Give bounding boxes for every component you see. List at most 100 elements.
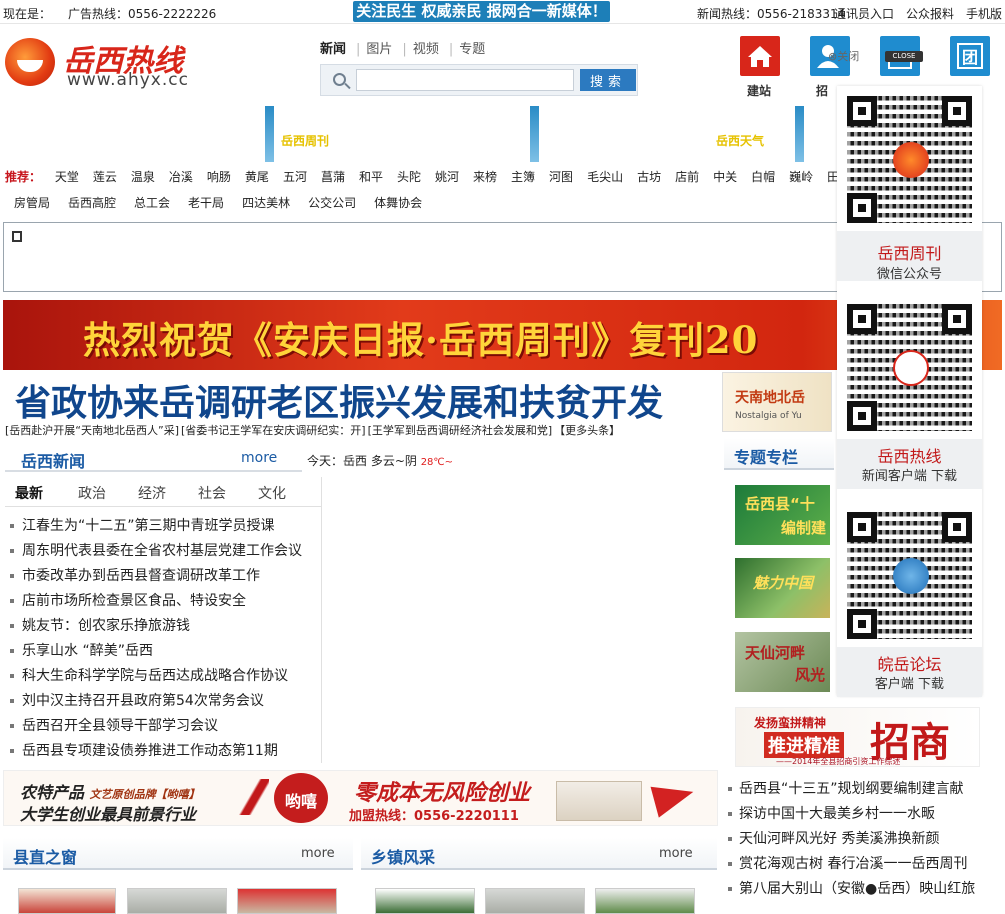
tab-economy[interactable]: 经济 xyxy=(138,483,166,503)
tab-culture[interactable]: 文化 xyxy=(258,483,286,503)
news-item[interactable]: 科大生命科学学院与岳西达成战略合作协议 xyxy=(10,665,315,690)
thumbnail-image[interactable] xyxy=(237,888,337,914)
recommend-link[interactable]: 黄尾 xyxy=(245,168,269,185)
headline[interactable]: 省政协来岳调研老区振兴发展和扶贫开发 xyxy=(15,374,663,426)
topic-item[interactable]: 天仙河畔风光好 秀美溪沸换新颜 xyxy=(728,828,990,853)
qr-code-image xyxy=(843,300,976,435)
recommend-link[interactable]: 毛尖山 xyxy=(587,168,623,185)
thumbnail-image[interactable] xyxy=(595,888,695,914)
recommend-link[interactable]: 古坊 xyxy=(637,168,661,185)
thumbnail-image[interactable] xyxy=(375,888,475,914)
news-item[interactable]: 周东明代表县委在全省农村基层党建工作会议 xyxy=(10,540,315,565)
search-tab-images[interactable]: 图片 xyxy=(366,42,392,57)
marker-label-weekly[interactable]: 岳西周刊 xyxy=(281,132,329,149)
startup-ad[interactable]: 农特产品 文艺原创品牌【哟嘻】 大学生创业最具前景行业 哟嘻 零成本无风险创业 … xyxy=(3,770,718,826)
topic-image[interactable]: 岳西县“十 编制建 xyxy=(735,485,830,545)
recommend-link[interactable]: 莲云 xyxy=(93,168,117,185)
section-title[interactable]: 县直之窗 xyxy=(13,844,77,868)
investment-promo[interactable]: 发扬蛮拼精神 推进精准 招商 ——2014年全县招商引资工作综述 xyxy=(735,707,980,767)
thumbnail-image[interactable] xyxy=(127,888,227,914)
recommend-link[interactable]: 来榜 xyxy=(473,168,497,185)
recommend-link[interactable]: 四达美林 xyxy=(242,194,290,211)
recommend-link[interactable]: 白帽 xyxy=(751,168,775,185)
section-township: 乡镇风采 more xyxy=(361,838,717,870)
subhead-link[interactable]: [王学军到岳西调研经济社会发展和党] xyxy=(368,424,553,437)
recommend-link[interactable]: 头陀 xyxy=(397,168,421,185)
section-title[interactable]: 乡镇风采 xyxy=(371,844,435,868)
slogan-banner[interactable]: 关注民生 权威亲民 报网合一新媒体！ xyxy=(353,1,610,22)
close-label[interactable]: ⊗关闭 xyxy=(828,48,859,64)
qr-card-name: 岳西周刊 xyxy=(877,244,942,263)
search-input[interactable] xyxy=(356,69,574,91)
more-headlines-link[interactable]: 【更多头条】 xyxy=(554,424,620,437)
ad-line-1: 农特产品 文艺原创品牌【哟嘻】 xyxy=(20,783,200,802)
public-report-link[interactable]: 公众报料 xyxy=(906,5,954,22)
recommend-link[interactable]: 五河 xyxy=(283,168,307,185)
thumbnail-image[interactable] xyxy=(485,888,585,914)
thumbnail-image[interactable] xyxy=(18,888,116,914)
quick-label-build[interactable]: 建站 xyxy=(747,82,771,99)
mobile-version-link[interactable]: 手机版 xyxy=(966,5,1002,22)
search-tab-video[interactable]: 视频 xyxy=(413,42,439,57)
home-icon[interactable] xyxy=(740,36,780,76)
subhead-link[interactable]: [省委书记王学军在安庆调研纪实：开] xyxy=(181,424,366,437)
news-item[interactable]: 刘中汉主持召开县政府第54次常务会议 xyxy=(10,690,315,715)
group-icon[interactable]: 团 xyxy=(950,36,990,76)
divider xyxy=(321,477,322,763)
recommend-link[interactable]: 冶溪 xyxy=(169,168,193,185)
section-more-link[interactable]: more xyxy=(659,846,693,861)
tiannan-sub: Nostalgia of Yu xyxy=(735,411,802,421)
special-topics-title[interactable]: 专题专栏 xyxy=(734,444,798,468)
recommend-link[interactable]: 河图 xyxy=(549,168,573,185)
site-logo[interactable]: 岳西热线 www.ahyx.cc xyxy=(5,36,205,90)
banner-text: 热烈祝贺《安庆日报·岳西周刊》复刊20 xyxy=(83,318,759,362)
qr-card-name: 皖岳论坛 xyxy=(877,655,942,674)
tiannan-promo[interactable]: 天南地北岳 Nostalgia of Yu xyxy=(722,372,832,432)
tab-politics[interactable]: 政治 xyxy=(78,483,106,503)
news-item[interactable]: 市委改革办到岳西县督查调研改革工作 xyxy=(10,565,315,590)
recommend-link[interactable]: 总工会 xyxy=(134,194,170,211)
quick-label-recruit[interactable]: 招 xyxy=(816,82,828,99)
recommend-link[interactable]: 房管局 xyxy=(14,194,50,211)
recommend-link[interactable]: 温泉 xyxy=(131,168,155,185)
news-item[interactable]: 岳西召开全县领导干部学习会议 xyxy=(10,715,315,740)
recommend-link[interactable]: 巍岭 xyxy=(789,168,813,185)
recommend-link[interactable]: 岳西高腔 xyxy=(68,194,116,211)
marker-label-weather[interactable]: 岳西天气 xyxy=(716,132,764,149)
recommend-link[interactable]: 天堂 xyxy=(55,168,79,185)
topic-item[interactable]: 岳西县“十三五”规划纲要编制建言献 xyxy=(728,778,990,803)
subhead-link[interactable]: [岳西赴沪开展“天南地北岳西人”采] xyxy=(5,424,179,437)
topic-item[interactable]: 赏花海观古树 春行冶溪一一岳西周刊 xyxy=(728,853,990,878)
close-button[interactable]: CLOSE xyxy=(885,51,923,62)
qr-panel: 岳西周刊 微信公众号 岳西热线 新闻客户端 下载 皖岳论坛 客户端 下载 xyxy=(837,86,982,697)
recommend-link[interactable]: 主簿 xyxy=(511,168,535,185)
news-item[interactable]: 姚友节：创农家乐挣旅游钱 xyxy=(10,615,315,640)
recommend-link[interactable]: 菖蒲 xyxy=(321,168,345,185)
news-title[interactable]: 岳西新闻 xyxy=(21,448,85,472)
tab-society[interactable]: 社会 xyxy=(198,483,226,503)
news-item[interactable]: 江春生为“十二五”第三期中青班学员授课 xyxy=(10,515,315,540)
topic-item[interactable]: 第八届大别山（安徽●岳西）映山红旅 xyxy=(728,878,990,903)
weather-text: 今天：岳西 多云~阴 xyxy=(307,454,421,468)
reporter-entry-link[interactable]: 通讯员入口 xyxy=(834,5,894,22)
news-item[interactable]: 乐享山水 “醉美”岳西 xyxy=(10,640,315,665)
news-item[interactable]: 岳西县专项建设债券推进工作动态第11期 xyxy=(10,740,315,765)
recommend-link[interactable]: 中关 xyxy=(713,168,737,185)
recommend-link[interactable]: 和平 xyxy=(359,168,383,185)
tab-latest[interactable]: 最新 xyxy=(15,483,43,503)
search-tab-news[interactable]: 新闻 xyxy=(320,42,346,57)
recommend-link[interactable]: 老干局 xyxy=(188,194,224,211)
recommend-link[interactable]: 店前 xyxy=(675,168,699,185)
news-more-link[interactable]: more xyxy=(241,450,277,466)
topic-item[interactable]: 探访中国十大最美乡村一一水畈 xyxy=(728,803,990,828)
recommend-link[interactable]: 体舞协会 xyxy=(374,194,422,211)
topic-image[interactable]: 天仙河畔 风光 xyxy=(735,632,830,692)
search-button[interactable]: 搜索 xyxy=(580,69,636,91)
search-tab-topics[interactable]: 专题 xyxy=(459,42,485,57)
recommend-link[interactable]: 响肠 xyxy=(207,168,231,185)
topic-image[interactable]: 魅力中国 xyxy=(735,558,830,618)
section-more-link[interactable]: more xyxy=(301,846,335,861)
recommend-link[interactable]: 公交公司 xyxy=(308,194,356,211)
news-item[interactable]: 店前市场所检查景区食品、特设安全 xyxy=(10,590,315,615)
recommend-link[interactable]: 姚河 xyxy=(435,168,459,185)
